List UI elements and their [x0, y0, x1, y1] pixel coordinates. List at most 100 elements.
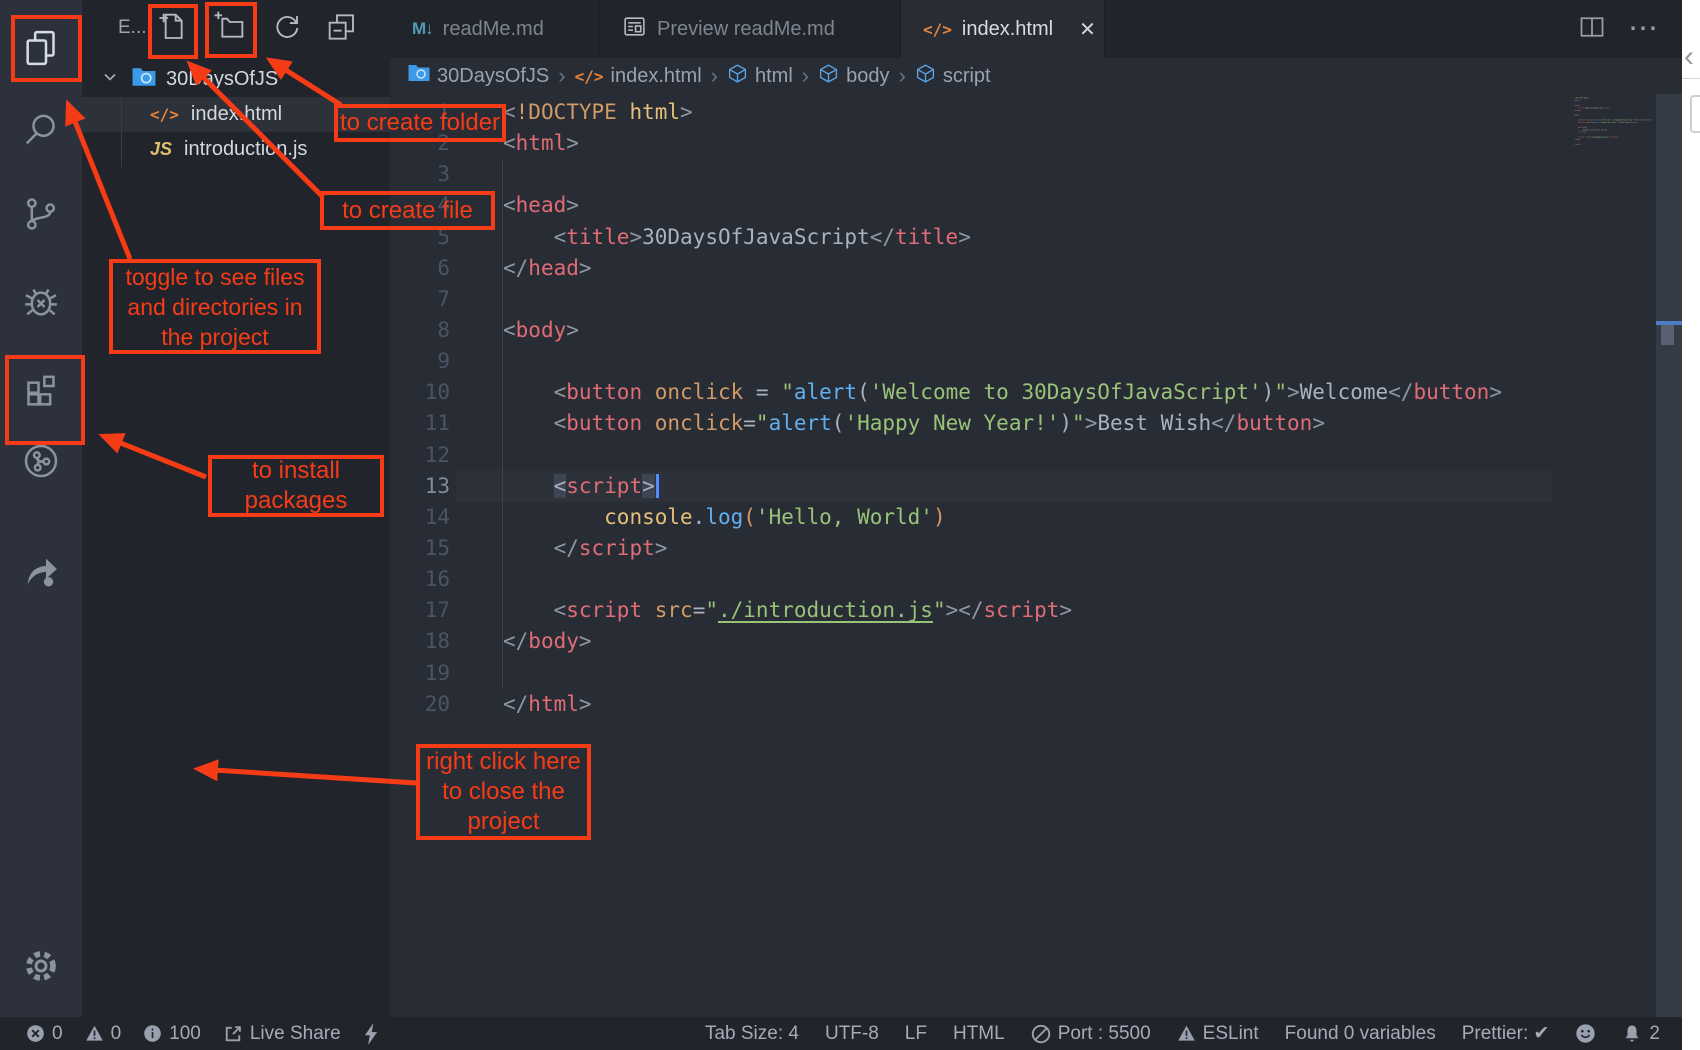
annotation-toggle-files: toggle to see files and directories in t… [109, 259, 321, 354]
breadcrumb-item[interactable]: </> index.html [575, 65, 702, 88]
encoding[interactable]: UTF-8 [825, 1023, 879, 1045]
eslint-status[interactable]: ESLint [1177, 1023, 1259, 1045]
live-share-button[interactable]: Live Share [223, 1023, 341, 1045]
code-line-20[interactable]: </html> [503, 689, 1502, 720]
strip-shape [1690, 95, 1700, 133]
line-number: 15 [398, 533, 450, 564]
back-chevron-icon: ‹ [1684, 40, 1694, 74]
code-line-17[interactable]: <script src="./introduction.js"></script… [503, 595, 1502, 626]
folder-row-30daysofjs[interactable]: 30DaysOfJS [82, 62, 390, 97]
tab-size[interactable]: Tab Size: 4 [705, 1023, 799, 1045]
breadcrumb[interactable]: 30DaysOfJS › </> index.html › html › bod… [390, 58, 1674, 94]
minimap[interactable]: <!DOCTYPE html><html><head> <title>30Day… [1574, 97, 1656, 167]
breadcrumb-item[interactable]: body [818, 63, 889, 90]
folder-label: 30DaysOfJS [166, 68, 278, 91]
line-number: 7 [398, 284, 450, 315]
annotation-create-file: to create file [320, 191, 495, 230]
code-line-11[interactable]: <button onclick="alert('Happy New Year!'… [1574, 121, 1580, 123]
code-line-8[interactable]: <body> [1574, 114, 1580, 116]
refresh-icon[interactable] [271, 10, 303, 47]
explorer-header-label: E... [118, 17, 147, 39]
found-variables[interactable]: Found 0 variables [1285, 1023, 1436, 1045]
code-line-5[interactable]: <title>30DaysOfJavaScript</title> [503, 222, 1502, 253]
file-label: introduction.js [184, 138, 307, 161]
collapse-all-icon[interactable] [325, 10, 357, 47]
code-line-6[interactable]: </head> [1574, 109, 1580, 111]
info-count[interactable]: 100 [143, 1023, 201, 1045]
lightning-icon[interactable] [363, 1023, 379, 1045]
code-line-18[interactable]: </body> [1574, 138, 1580, 140]
code-line-1[interactable]: <!DOCTYPE html> [503, 97, 1502, 128]
html-file-icon: </> [923, 20, 952, 39]
code-line-6[interactable]: </head> [503, 253, 1502, 284]
warning-icon [85, 1024, 104, 1043]
slash-circle-icon [1031, 1024, 1051, 1044]
tab-label: index.html [962, 18, 1053, 41]
eol[interactable]: LF [905, 1023, 927, 1045]
notifications-bell[interactable]: 2 [1622, 1023, 1660, 1045]
code-line-15[interactable]: </script> [1574, 131, 1580, 133]
explorer-indent-guide [121, 97, 122, 167]
code-area[interactable]: <!DOCTYPE html><html> <head> <title>30Day… [503, 97, 1502, 720]
code-line-11[interactable]: <button onclick="alert('Happy New Year!'… [503, 408, 1502, 439]
breadcrumb-separator: › [711, 63, 718, 89]
code-line-9[interactable] [503, 346, 1502, 377]
remote-explorer-icon[interactable] [0, 441, 82, 481]
code-line-4[interactable]: <head> [503, 190, 1502, 221]
tab-index-html[interactable]: </> index.html ✕ [901, 0, 1105, 58]
tab-readme-md[interactable]: M↓ readMe.md [390, 0, 600, 58]
code-line-14[interactable]: console.log('Hello, World') [503, 502, 1502, 533]
line-number: 11 [398, 408, 450, 439]
live-share-icon [223, 1024, 243, 1044]
port-status[interactable]: Port : 5500 [1031, 1023, 1151, 1045]
code-line-2[interactable]: <html> [503, 128, 1502, 159]
code-line-8[interactable]: <body> [503, 315, 1502, 346]
scrollbar-handle[interactable] [1661, 325, 1674, 345]
run-debug-icon[interactable] [0, 281, 82, 321]
annotation-close-project: right click here to close the project [416, 744, 591, 840]
settings-gear-icon[interactable] [0, 946, 82, 986]
search-icon[interactable] [0, 110, 82, 150]
close-icon[interactable]: ✕ [1079, 17, 1096, 42]
problems-errors[interactable]: 0 [26, 1023, 63, 1045]
code-line-3[interactable] [503, 159, 1502, 190]
code-line-12[interactable] [503, 440, 1502, 471]
problems-warnings[interactable]: 0 [85, 1023, 122, 1045]
code-line-20[interactable]: </html> [1574, 143, 1580, 145]
js-file-icon: JS [150, 139, 172, 160]
preview-icon [622, 14, 647, 45]
line-number: 13 [398, 471, 450, 502]
code-line-13[interactable]: <script> [503, 471, 1502, 502]
split-editor-icon[interactable] [1578, 13, 1606, 46]
file-label: index.html [191, 103, 282, 126]
feedback-smiley-icon[interactable] [1575, 1023, 1596, 1044]
code-line-18[interactable]: </body> [503, 626, 1502, 657]
error-icon [26, 1024, 45, 1043]
background-window-strip [1682, 0, 1700, 1050]
line-number: 12 [398, 440, 450, 471]
annotation-box-new-file [148, 4, 198, 59]
line-number: 6 [398, 253, 450, 284]
code-line-10[interactable]: <button onclick = "alert('Welcome to 30D… [503, 377, 1502, 408]
breadcrumb-item[interactable]: script [915, 63, 991, 90]
share-icon[interactable] [0, 551, 82, 591]
source-control-icon[interactable] [0, 194, 82, 234]
breadcrumb-item[interactable]: html [727, 63, 793, 90]
code-line-16[interactable] [503, 564, 1502, 595]
prettier-status[interactable]: Prettier: ✔ [1462, 1022, 1550, 1045]
code-line-7[interactable] [503, 284, 1502, 315]
code-line-2[interactable]: <html> [1574, 99, 1580, 101]
tab-preview-readme-md[interactable]: Preview readMe.md [600, 0, 901, 58]
line-number: 16 [398, 564, 450, 595]
tab-label: readMe.md [443, 18, 544, 41]
language-mode[interactable]: HTML [953, 1023, 1005, 1045]
code-line-19[interactable] [503, 658, 1502, 689]
code-line-15[interactable]: </script> [503, 533, 1502, 564]
breadcrumb-separator: › [898, 63, 905, 89]
breadcrumb-separator: › [558, 63, 565, 89]
more-actions-icon[interactable]: ⋯ [1628, 14, 1658, 44]
folder-icon [132, 67, 156, 93]
annotation-box-new-folder [205, 2, 257, 58]
breadcrumb-item[interactable]: 30DaysOfJS [408, 64, 549, 88]
scrollbar-track[interactable] [1656, 94, 1682, 1017]
